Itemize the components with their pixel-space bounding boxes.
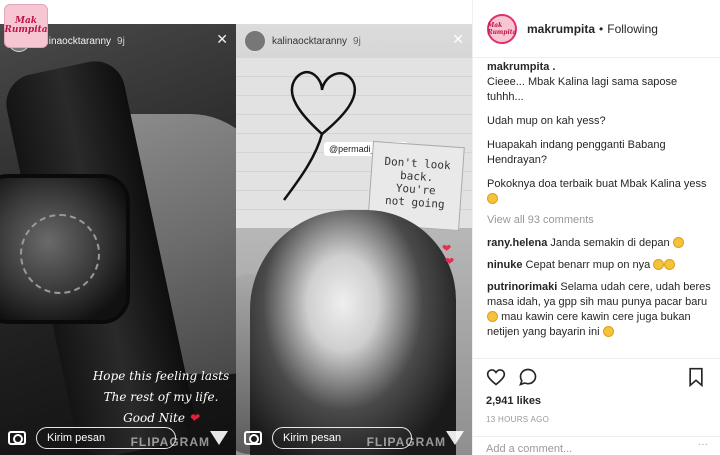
- comment-username[interactable]: rany.helena: [487, 237, 547, 249]
- add-comment-input[interactable]: Add a comment... ···: [472, 436, 720, 455]
- story-panel-right: @permadi_suryaa Don't look back. You're …: [236, 24, 472, 455]
- add-comment-placeholder: Add a comment...: [486, 443, 573, 455]
- emoji-icon: [602, 326, 614, 337]
- story-caption: Hope this feeling lasts The rest of my l…: [86, 366, 236, 429]
- send-icon[interactable]: [446, 431, 464, 445]
- comment-text: Cepat benarr mup on nya: [525, 259, 651, 271]
- follow-status[interactable]: Following: [607, 22, 658, 36]
- bookmark-icon[interactable]: [686, 367, 706, 387]
- close-icon[interactable]: ✕: [216, 32, 228, 46]
- story-panel-left: kalinaocktaranny 9j ✕ Hope this feeling …: [0, 24, 236, 455]
- post-username[interactable]: makrumpita: [527, 22, 595, 36]
- comment-text: mau kawin cere kawin cere juga bukan net…: [487, 311, 691, 338]
- heart-doodle-icon: [282, 71, 357, 201]
- story-age: 9j: [353, 35, 361, 47]
- likes-count[interactable]: 2,941 likes: [486, 395, 706, 407]
- story-header: kalinaocktaranny 9j ✕: [236, 24, 472, 58]
- caption-text: Cieee... Mbak Kalina lagi sama sapose tu…: [487, 76, 678, 103]
- comment-icon[interactable]: [518, 367, 538, 387]
- camera-icon[interactable]: [8, 431, 26, 445]
- avatar[interactable]: [244, 30, 266, 52]
- emoji-icon: [487, 192, 711, 207]
- separator: •: [599, 21, 604, 36]
- post-media: Mak Rumpita kalinaocktaranny 9j ✕ Hope th…: [0, 0, 472, 455]
- caption-line: Hope this feeling lasts: [92, 369, 230, 383]
- hearts-sticker-icon: ❤ ❤: [442, 243, 455, 268]
- emoji-icon: [487, 311, 498, 322]
- story-age: 9j: [117, 35, 125, 47]
- story-username[interactable]: kalinaocktaranny: [272, 36, 347, 47]
- heart-icon[interactable]: [486, 367, 506, 387]
- comment: rany.helena Janda semakin di depan: [487, 236, 711, 251]
- story-footer: Kirim pesan: [0, 421, 236, 455]
- camera-icon[interactable]: [244, 431, 262, 445]
- comment: ninuke Cepat benarr mup on nya: [487, 258, 711, 273]
- emoji-icon: [664, 259, 676, 270]
- watch-dial-image: [20, 214, 100, 294]
- caption-line: The rest of my life.: [103, 390, 219, 404]
- avatar[interactable]: Mak Rumpita: [487, 13, 517, 44]
- close-icon[interactable]: ✕: [452, 32, 464, 46]
- emoji-icon: [672, 237, 684, 248]
- caption-username[interactable]: makrumpita .: [487, 60, 711, 75]
- brand-logo: Mak Rumpita: [4, 4, 48, 48]
- emoji-icon: [653, 259, 665, 270]
- post-timestamp[interactable]: 13 HOURS AGO: [486, 415, 706, 424]
- comment-username[interactable]: putrinorimaki: [487, 281, 557, 293]
- reply-input[interactable]: Kirim pesan: [36, 427, 176, 449]
- comments-list: makrumpita . Cieee... Mbak Kalina lagi s…: [487, 60, 711, 356]
- more-options-icon[interactable]: ···: [698, 439, 708, 450]
- caption-text: Pokoknya doa terbaik buat Mbak Kalina ye…: [487, 178, 707, 190]
- caption-text: Udah mup on kah yess?: [487, 115, 606, 127]
- send-icon[interactable]: [210, 431, 228, 445]
- comment-username[interactable]: ninuke: [487, 259, 522, 271]
- instagram-post: Mak Rumpita kalinaocktaranny 9j ✕ Hope th…: [0, 0, 720, 455]
- post-header: Mak Rumpita makrumpita • Following: [473, 0, 720, 58]
- comment-text: Janda semakin di depan: [550, 237, 670, 249]
- action-icons: [486, 367, 706, 387]
- view-all-comments-link[interactable]: View all 93 comments: [487, 213, 711, 228]
- story-footer: Kirim pesan: [236, 421, 472, 455]
- person-image: [250, 210, 456, 455]
- post-actions: 2,941 likes 13 HOURS AGO: [472, 358, 720, 428]
- caption-text: Huapakah indang pengganti Babang Hendray…: [487, 139, 666, 166]
- reply-input[interactable]: Kirim pesan: [272, 427, 412, 449]
- comment: putrinorimaki Selama udah cere, udah ber…: [487, 280, 711, 340]
